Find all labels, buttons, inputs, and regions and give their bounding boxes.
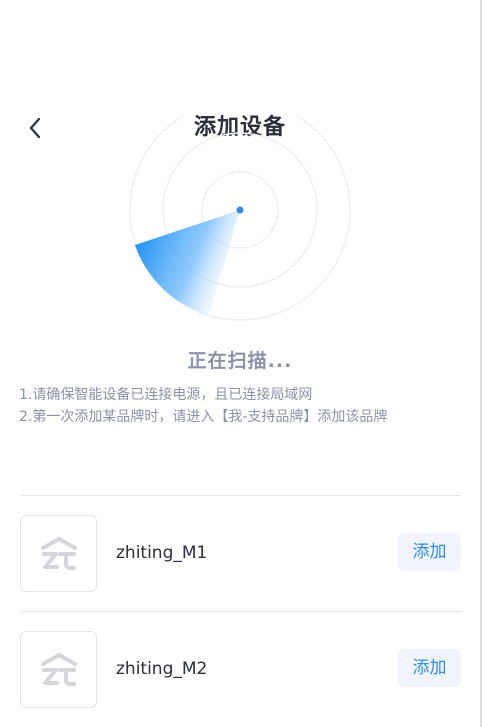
radar-center-dot [236,206,244,214]
device-logo [20,515,97,592]
device-name: zhiting_M1 [116,543,208,563]
add-device-screen: 添加设备 正在扫描... 1.请确保智能设备已连接电源，且已连接局域网 2.第一… [0,0,482,727]
tip-add-brand: 2.第一次添加某品牌时，请进入【我-支持品牌】添加该品牌 [19,409,388,425]
radar-sweep [135,210,240,315]
device-list-item: zhiting_M1 添加 [20,515,461,593]
tip-power-network: 1.请确保智能设备已连接电源，且已连接局域网 [19,387,313,403]
add-device-button[interactable]: 添加 [398,533,461,571]
radar-scan-animation [129,115,351,321]
add-device-button[interactable]: 添加 [398,649,461,687]
scan-status-text: 正在扫描... [187,350,293,372]
device-list-item: zhiting_M2 添加 [20,631,461,709]
device-logo [20,631,97,708]
zhiting-logo-icon [40,536,77,570]
divider [20,611,461,612]
tips: 1.请确保智能设备已连接电源，且已连接局域网 2.第一次添加某品牌时，请进入【我… [19,384,474,428]
divider [20,495,461,496]
device-name: zhiting_M2 [116,659,208,679]
zhiting-logo-icon [40,652,77,686]
